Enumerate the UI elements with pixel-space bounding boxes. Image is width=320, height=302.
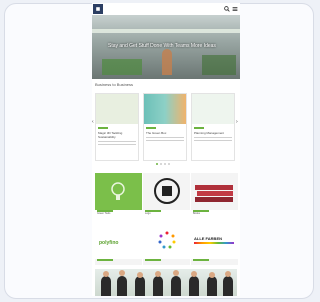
- section-title: Business to Business: [95, 82, 134, 87]
- tile[interactable]: polyfino: [95, 222, 142, 265]
- arrow-left-icon[interactable]: ‹: [92, 119, 94, 125]
- slider-dots[interactable]: [156, 163, 170, 165]
- hero-banner[interactable]: Stay and Get Stuff Done With Teams More …: [92, 15, 240, 79]
- search-icon[interactable]: [224, 6, 230, 12]
- top-bar: [92, 3, 240, 15]
- tile[interactable]: Books: [191, 173, 238, 216]
- tile[interactable]: ALLE FARBEN: [191, 222, 238, 265]
- logo-icon[interactable]: [93, 4, 103, 14]
- hero-title: Stay and Get Stuff Done With Teams More …: [108, 43, 216, 49]
- tile[interactable]: Green Tools: [95, 173, 142, 216]
- team-photo: [95, 269, 237, 296]
- slide-card[interactable]: Magic 3D Tackling Sustainability: [95, 93, 139, 161]
- tile[interactable]: [143, 222, 190, 265]
- slide-card[interactable]: The Green Box: [143, 93, 187, 161]
- slide-card[interactable]: Planning Management: [191, 93, 235, 161]
- mobile-page-preview[interactable]: Stay and Get Stuff Done With Teams More …: [92, 3, 240, 296]
- arrow-right-icon[interactable]: ›: [236, 119, 238, 125]
- tile[interactable]: Logo: [143, 173, 190, 216]
- menu-icon[interactable]: [232, 6, 238, 12]
- slider: ‹ Magic 3D Tackling Sustainability The G…: [92, 89, 240, 167]
